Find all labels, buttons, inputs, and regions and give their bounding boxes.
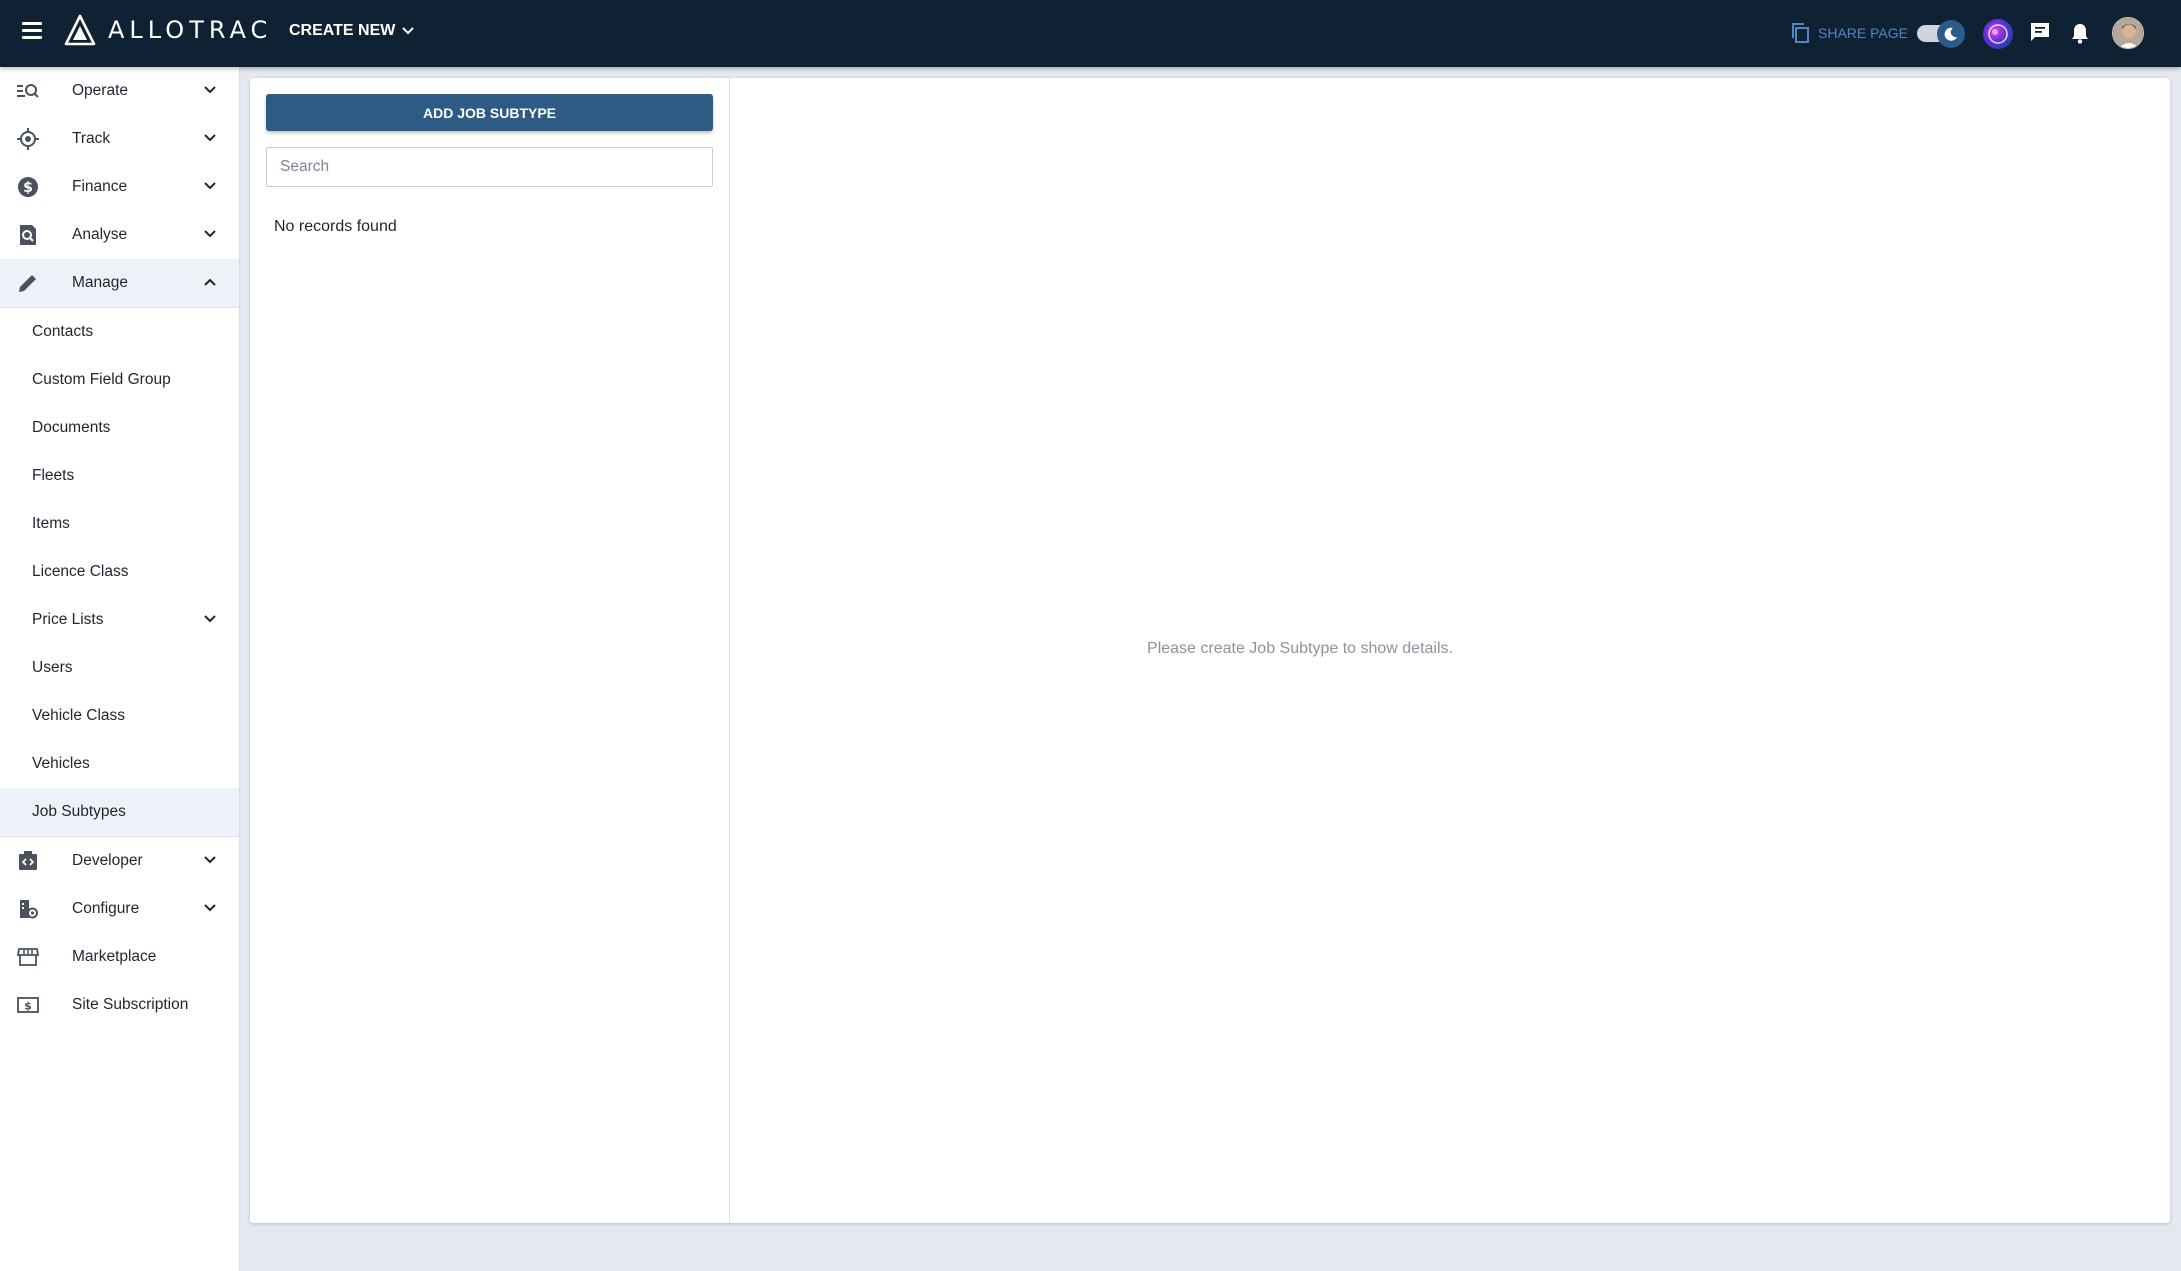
no-records-message: No records found: [274, 218, 397, 235]
top-app-bar: ALLOTRAC CREATE NEW SHARE PAGE: [0, 0, 2181, 67]
sidebar-item-track[interactable]: Track: [0, 115, 239, 163]
sidebar-item-label: Manage: [72, 274, 129, 291]
app-logo[interactable]: ALLOTRAC: [64, 14, 272, 46]
ai-assistant-icon[interactable]: [1982, 18, 2014, 50]
copy-icon: [1792, 23, 1809, 43]
chevron-down-icon: [204, 230, 216, 238]
chevron-up-icon: [204, 278, 216, 286]
sidebar-subitem-label: Vehicles: [32, 755, 90, 772]
job-subtypes-panel: ADD JOB SUBTYPE No records found Please …: [250, 78, 2170, 1223]
sidebar-subitem-contacts[interactable]: Contacts: [0, 308, 239, 356]
sidebar-item-label: Operate: [72, 82, 129, 99]
chevron-down-icon: [204, 86, 216, 94]
share-page-button[interactable]: SHARE PAGE: [1790, 22, 1908, 44]
create-new-label: CREATE NEW: [289, 22, 396, 39]
sidebar-subitem-licence-class[interactable]: Licence Class: [0, 548, 239, 596]
svg-text:$: $: [23, 180, 33, 196]
create-new-menu[interactable]: CREATE NEW: [289, 22, 415, 40]
chevron-down-icon: [204, 134, 216, 142]
sidebar-subitem-label: Price Lists: [32, 611, 104, 628]
pencil-icon: [16, 271, 40, 295]
sidebar-item-label: Site Subscription: [72, 996, 189, 1013]
sidebar-subitem-documents[interactable]: Documents: [0, 404, 239, 452]
store-icon: [16, 945, 40, 969]
sidebar-subitem-fleets[interactable]: Fleets: [0, 452, 239, 500]
theme-toggle[interactable]: [1917, 20, 1965, 48]
sidebar-item-analyse[interactable]: Analyse: [0, 211, 239, 259]
chat-icon[interactable]: [2029, 21, 2051, 48]
track-target-icon: [16, 127, 40, 151]
sidebar-item-configure[interactable]: Configure: [0, 885, 239, 933]
chevron-down-icon: [204, 182, 216, 190]
sidebar-item-marketplace[interactable]: Marketplace: [0, 933, 239, 981]
sidebar-item-operate[interactable]: Operate: [0, 67, 239, 115]
sidebar-item-label: Track: [72, 130, 111, 147]
sidebar-item-label: Marketplace: [72, 948, 157, 965]
sidebar-subitem-custom-field-group[interactable]: Custom Field Group: [0, 356, 239, 404]
sidebar-subitem-price-lists[interactable]: Price Lists: [0, 596, 239, 644]
sidebar-item-label: Configure: [72, 900, 140, 917]
chevron-down-icon: [204, 856, 216, 864]
sidebar-subitem-vehicle-class[interactable]: Vehicle Class: [0, 692, 239, 740]
user-avatar[interactable]: [2112, 17, 2144, 49]
job-subtypes-list-pane: ADD JOB SUBTYPE No records found: [250, 78, 730, 1223]
sidebar-subitem-job-subtypes[interactable]: Job Subtypes: [0, 788, 239, 836]
sidebar-item-manage[interactable]: Manage: [0, 259, 239, 307]
chevron-down-icon: [204, 904, 216, 912]
dollar-icon: $: [16, 175, 40, 199]
sidebar-subitem-label: Documents: [32, 419, 111, 436]
chevron-down-icon: [204, 615, 216, 623]
menu-icon[interactable]: [20, 22, 44, 44]
sidebar-item-finance[interactable]: $ Finance: [0, 163, 239, 211]
sidebar-subitem-label: Contacts: [32, 323, 94, 340]
sidebar-subitem-vehicles[interactable]: Vehicles: [0, 740, 239, 788]
sidebar-subitem-label: Items: [32, 515, 70, 532]
developer-code-icon: [16, 849, 40, 873]
sidebar-subitem-users[interactable]: Users: [0, 644, 239, 692]
add-job-subtype-button[interactable]: ADD JOB SUBTYPE: [266, 94, 713, 131]
app-brand-name: ALLOTRAC: [108, 16, 273, 44]
sidebar-nav: Operate Track $ Finance Analyse Manage C…: [0, 67, 240, 1271]
detail-empty-message: Please create Job Subtype to show detail…: [1147, 640, 1453, 657]
configure-gear-icon: [16, 897, 40, 921]
sidebar-subitem-items[interactable]: Items: [0, 500, 239, 548]
sidebar-subitem-label: Users: [32, 659, 73, 676]
theme-toggle-moon-icon: [1937, 20, 1965, 48]
sidebar-item-label: Analyse: [72, 226, 128, 243]
sidebar-subitem-label: Custom Field Group: [32, 371, 171, 388]
svg-text:$: $: [24, 1000, 32, 1013]
subscription-dollar-icon: $: [16, 993, 40, 1017]
sidebar-item-label: Finance: [72, 178, 128, 195]
chevron-down-icon: [402, 27, 415, 35]
sidebar-subitem-label: Licence Class: [32, 563, 129, 580]
sidebar-subitem-label: Fleets: [32, 467, 75, 484]
sidebar-subitem-label: Job Subtypes: [32, 803, 126, 820]
search-input[interactable]: [266, 147, 713, 187]
share-page-label: SHARE PAGE: [1818, 25, 1908, 41]
allotrac-logo-icon: [64, 14, 96, 46]
operate-search-icon: [16, 79, 40, 103]
sidebar-subitem-label: Vehicle Class: [32, 707, 126, 724]
sidebar-item-developer[interactable]: Developer: [0, 837, 239, 885]
sidebar-item-site-subscription[interactable]: $ Site Subscription: [0, 981, 239, 1029]
analyse-doc-search-icon: [16, 223, 40, 247]
sidebar-item-label: Developer: [72, 852, 143, 869]
bell-icon[interactable]: [2069, 21, 2091, 50]
